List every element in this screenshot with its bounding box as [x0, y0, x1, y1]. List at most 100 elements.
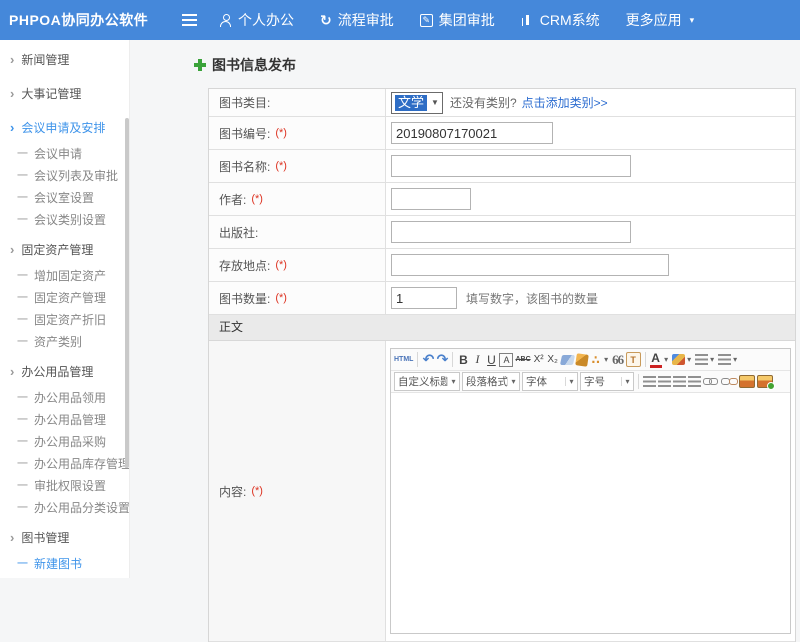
sidebar-item[interactable]: 一资产类别: [0, 330, 129, 352]
sidebar-item[interactable]: 一图书管理: [0, 574, 129, 578]
label-text: 图书数量:: [219, 290, 270, 307]
sidebar-group-head-3[interactable]: ›固定资产管理: [0, 234, 129, 264]
book-form: 图书类目: 文学 ▼ 还没有类别? 点击添加类别>> 图书编号: (*): [208, 88, 796, 642]
insert-image-plus-icon[interactable]: [757, 375, 773, 388]
superscript-icon[interactable]: X²: [533, 351, 545, 369]
dash-icon: 一: [17, 477, 28, 493]
required-mark: (*): [251, 485, 263, 497]
sidebar-item[interactable]: 一办公用品分类设置: [0, 496, 129, 518]
font-color-icon[interactable]: A: [650, 351, 662, 368]
sidebar-group-head-1[interactable]: ›大事记管理: [0, 78, 129, 108]
sidebar-group-head-4[interactable]: ›办公用品管理: [0, 356, 129, 386]
align-justify-icon[interactable]: [688, 376, 701, 387]
nav-personal-office[interactable]: 个人办公: [220, 10, 294, 30]
sidebar-item[interactable]: 一会议列表及审批: [0, 164, 129, 186]
sidebar-item[interactable]: 一办公用品管理: [0, 408, 129, 430]
align-center-icon[interactable]: [658, 376, 671, 387]
book-number-input[interactable]: [391, 122, 553, 144]
sidebar-item[interactable]: 一办公用品领用: [0, 386, 129, 408]
caret-down-icon[interactable]: ▾: [663, 351, 670, 369]
category-selected-option: 文学: [395, 95, 427, 111]
label-text: 内容:: [219, 483, 246, 500]
caret-down-icon[interactable]: ▾: [565, 377, 577, 386]
undo-icon[interactable]: ↶: [422, 351, 434, 369]
category-value-cell: 文学 ▼ 还没有类别? 点击添加类别>>: [386, 89, 795, 116]
strikethrough-icon[interactable]: ABC: [515, 351, 530, 369]
quantity-input[interactable]: [391, 287, 457, 309]
menu-toggle-icon[interactable]: [182, 14, 197, 26]
sidebar-item[interactable]: 一审批权限设置: [0, 474, 129, 496]
quantity-label: 图书数量: (*): [209, 282, 386, 314]
chevron-right-icon: ›: [10, 243, 14, 256]
underline-icon[interactable]: U: [485, 351, 497, 369]
caret-down-icon[interactable]: ▾: [709, 351, 716, 369]
add-category-link[interactable]: 点击添加类别>>: [522, 94, 608, 111]
caret-down-icon[interactable]: ▾: [447, 377, 459, 386]
redo-icon[interactable]: ↷: [436, 351, 448, 369]
align-left-icon[interactable]: [643, 376, 656, 387]
dash-icon: 一: [17, 189, 28, 205]
caret-down-icon[interactable]: ▾: [732, 351, 739, 369]
book-name-input[interactable]: [391, 155, 631, 177]
category-select[interactable]: 文学 ▼: [391, 92, 443, 114]
font-border-icon[interactable]: A: [499, 353, 513, 367]
sidebar-group: ›固定资产管理一增加固定资产一固定资产管理一固定资产折旧一资产类别: [0, 234, 129, 352]
author-input[interactable]: [391, 188, 471, 210]
body-section-header: 正文: [209, 315, 795, 341]
unordered-list-icon[interactable]: [718, 354, 731, 365]
sidebar-item[interactable]: 一固定资产管理: [0, 286, 129, 308]
caret-down-icon[interactable]: ▾: [603, 351, 610, 369]
format-brush-icon[interactable]: [575, 353, 589, 367]
dash-icon: 一: [17, 211, 28, 227]
rich-text-editor: HTML↶↷BIUAABCX²X₂∴▾66TA▾▾▾▾ 自定义标题▾段落格式▾字…: [390, 348, 791, 634]
label-text: 图书名称:: [219, 158, 270, 175]
align-right-icon[interactable]: [673, 376, 686, 387]
paste-text-icon[interactable]: T: [626, 352, 641, 367]
custom-title-combo[interactable]: 自定义标题▾: [394, 372, 460, 391]
insert-image-icon[interactable]: [739, 375, 755, 388]
sidebar-item[interactable]: 一会议室设置: [0, 186, 129, 208]
category-label: 图书类目:: [209, 89, 386, 116]
highlight-color-icon[interactable]: [672, 354, 685, 365]
nav-workflow-approval[interactable]: ↻流程审批: [320, 10, 394, 30]
sidebar-group: ›新闻管理: [0, 44, 129, 74]
sidebar-item[interactable]: 一固定资产折旧: [0, 308, 129, 330]
form-row-book-number: 图书编号: (*): [209, 117, 795, 150]
font-size-combo[interactable]: 字号▾: [580, 372, 634, 391]
html-source-icon[interactable]: HTML: [394, 351, 413, 369]
font-family-combo[interactable]: 字体▾: [522, 372, 578, 391]
eraser-icon[interactable]: [560, 355, 575, 365]
bold-icon[interactable]: B: [457, 351, 469, 369]
caret-down-icon[interactable]: ▾: [686, 351, 693, 369]
publisher-input[interactable]: [391, 221, 631, 243]
subscript-icon[interactable]: X₂: [547, 351, 559, 369]
unlink-icon[interactable]: [721, 377, 737, 386]
paragraph-format-combo[interactable]: 段落格式▾: [462, 372, 520, 391]
sidebar-item[interactable]: 一增加固定资产: [0, 264, 129, 286]
location-input[interactable]: [391, 254, 669, 276]
sidebar-group-head-0[interactable]: ›新闻管理: [0, 44, 129, 74]
sidebar-group-head-2[interactable]: ›会议申请及安排: [0, 112, 129, 142]
editor-content-area[interactable]: [391, 393, 790, 634]
ordered-list-icon[interactable]: [695, 354, 708, 365]
sidebar-item[interactable]: 一办公用品库存管理: [0, 452, 129, 474]
sidebar-item[interactable]: 一会议类别设置: [0, 208, 129, 230]
nav-more-apps[interactable]: 更多应用▾: [626, 10, 695, 30]
caret-down-icon[interactable]: ▾: [507, 377, 519, 386]
sidebar-group-head-5[interactable]: ›图书管理: [0, 522, 129, 552]
dash-icon: 一: [17, 289, 28, 305]
label-text: 图书编号:: [219, 125, 270, 142]
blockquote-icon[interactable]: 66: [612, 351, 624, 369]
sidebar-scrollbar[interactable]: [125, 118, 129, 468]
link-icon[interactable]: [703, 377, 719, 386]
label-text: 图书类目:: [219, 94, 270, 111]
sidebar-item[interactable]: 一办公用品采购: [0, 430, 129, 452]
nav-crm-system[interactable]: CRM系统: [521, 10, 600, 30]
italic-icon[interactable]: I: [471, 351, 483, 369]
nav-group-approval[interactable]: ✎集团审批: [420, 10, 495, 30]
sidebar-item[interactable]: 一新建图书: [0, 552, 129, 574]
emotion-icon[interactable]: ∴: [590, 351, 602, 369]
caret-down-icon[interactable]: ▾: [621, 377, 633, 386]
sidebar-group: ›办公用品管理一办公用品领用一办公用品管理一办公用品采购一办公用品库存管理一审批…: [0, 356, 129, 518]
sidebar-item[interactable]: 一会议申请: [0, 142, 129, 164]
